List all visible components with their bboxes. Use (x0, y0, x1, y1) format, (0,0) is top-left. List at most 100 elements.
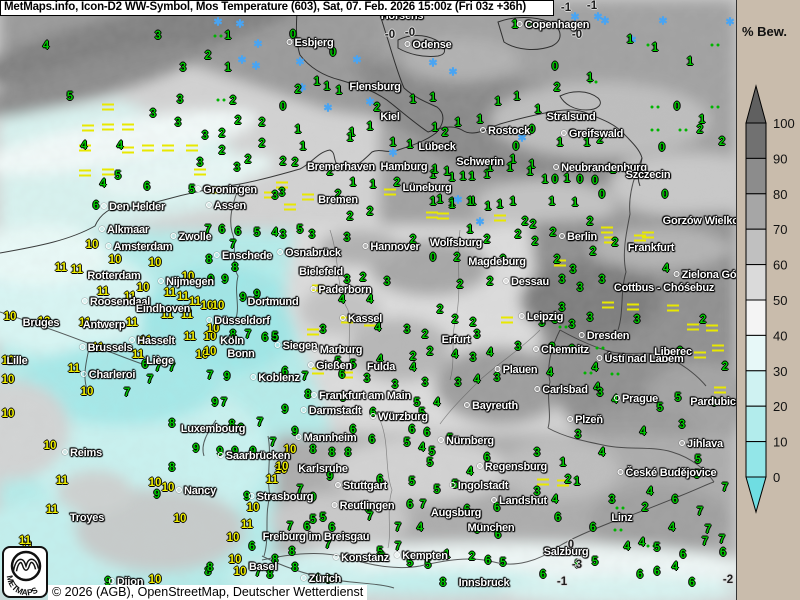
temperature-value: 9 (240, 292, 246, 304)
drizzle-symbol-icon (584, 372, 587, 375)
temperature-value: 6 (540, 569, 546, 581)
temperature-value: 3 (455, 377, 461, 389)
temperature-value: 9 (224, 371, 230, 383)
city-marker-icon (567, 416, 573, 422)
temperature-value: 2 (235, 115, 241, 127)
temperature-value: 2 (367, 206, 373, 218)
city-marker-icon (679, 440, 685, 446)
temperature-value: 9 (222, 274, 228, 286)
temperature-value: 11 (68, 363, 80, 375)
temperature-value: 1 (432, 122, 438, 134)
temperature-value: 2 (374, 102, 380, 114)
snow-symbol-icon: ✱ (658, 15, 667, 28)
temperature-value: 2 (487, 276, 493, 288)
temperature-value: 2 (484, 234, 490, 246)
drizzle-symbol-icon (217, 99, 220, 102)
fog-symbol-icon (694, 352, 706, 359)
temperature-value: 8 (440, 577, 446, 589)
fog-symbol-icon (714, 387, 726, 394)
temperature-value: 10 (247, 502, 260, 514)
city-label: Koblenz (250, 372, 299, 384)
city-marker-icon (579, 332, 585, 338)
temperature-value: 2 (245, 154, 251, 166)
temperature-value: 6 (590, 522, 596, 534)
temperature-value: 10 (212, 300, 225, 312)
temperature-value: 7 (420, 499, 426, 511)
temperature-value: 3 (534, 447, 540, 459)
city-label: Freiburg im Breisgau (263, 531, 370, 543)
fog-symbol-icon (162, 145, 174, 152)
fog-symbol-icon (102, 124, 114, 131)
city-marker-icon (394, 552, 400, 558)
temperature-value: 8 (169, 418, 175, 430)
temperature-value: 1 (407, 139, 413, 151)
temperature-value: 1 (390, 137, 396, 149)
city-label: Greifswald (561, 128, 623, 140)
temperature-value: 10 (149, 477, 162, 489)
city-label: Fulda (367, 361, 395, 373)
city-label: Cottbus - Chóśebuz (614, 282, 714, 294)
temperature-value: 8 (232, 262, 238, 274)
temperature-value: 6 (485, 555, 491, 567)
fog-symbol-icon (142, 145, 154, 152)
city-label: Nijmegen (158, 276, 214, 288)
city-marker-icon (101, 203, 107, 209)
temperature-value: 6 (369, 434, 375, 446)
temperature-value: 8 (310, 444, 316, 456)
temperature-value: 5 (592, 556, 598, 568)
snow-symbol-icon: ✱ (323, 102, 332, 115)
city-label: Salzburg (544, 546, 589, 558)
temperature-value: 11 (55, 262, 67, 274)
temperature-value: 1 (469, 171, 475, 183)
city-label: Darmstadt (301, 405, 362, 417)
city-label: Mannheim (296, 432, 357, 444)
temperature-value: 1 (347, 132, 353, 144)
weather-map[interactable]: 453231132332232443223546562300-0-0-0-1-1… (0, 0, 736, 600)
city-marker-icon (491, 497, 497, 503)
city-label: Copenhagen (517, 19, 590, 31)
temperature-value: 7 (221, 397, 227, 409)
scale-segment (746, 442, 766, 477)
temperature-value: 1 (324, 81, 330, 93)
temperature-value: 2 (530, 219, 536, 231)
temperature-value: 11 (164, 287, 176, 299)
temperature-value: 1 (542, 174, 548, 186)
fog-symbol-icon (537, 479, 549, 486)
temperature-value: 2 (230, 95, 236, 107)
temperature-value: 4 (419, 442, 425, 454)
city-label: Rotterdam (87, 270, 140, 282)
temperature-value: 5 (654, 542, 660, 554)
temperature-value: 0 (592, 175, 598, 187)
drizzle-symbol-icon (651, 106, 654, 109)
legend-sidebar: % Bew. 1009080706050403020100 (736, 0, 800, 600)
temperature-value: 1 (560, 457, 566, 469)
temperature-value: 2 (360, 272, 366, 284)
temperature-value: 1 (507, 162, 513, 174)
scale-segment (746, 194, 766, 229)
temperature-value: 4 (663, 263, 669, 275)
temperature-value: 1 (367, 121, 373, 133)
city-marker-icon (249, 493, 255, 499)
temperature-value: 11 (189, 296, 201, 308)
scale-segment (746, 335, 766, 370)
city-label: Reims (62, 447, 102, 459)
temperature-value: 1 (449, 199, 455, 211)
city-marker-icon (553, 164, 559, 170)
temperature-value: 3 (474, 329, 480, 341)
city-label: České Budějovice (618, 467, 717, 479)
temperature-value: 0 (430, 252, 436, 264)
temperature-value: 10 (229, 554, 242, 566)
city-marker-icon (561, 130, 567, 136)
city-label: Augsburg (431, 507, 481, 519)
city-label: Hamburg (381, 161, 428, 173)
temperature-value: 3 (234, 162, 240, 174)
city-label: München (468, 522, 515, 534)
temperature-value: 5 (434, 484, 440, 496)
cloud-scale-svg: 1009080706050403020100 (737, 0, 800, 600)
fog-symbol-icon (79, 170, 91, 177)
temperature-value: 10 (2, 408, 15, 420)
city-marker-icon (370, 413, 376, 419)
temperature-value: 10 (149, 257, 162, 269)
temperature-value: 0 (552, 174, 558, 186)
temperature-value: 2 (612, 237, 618, 249)
